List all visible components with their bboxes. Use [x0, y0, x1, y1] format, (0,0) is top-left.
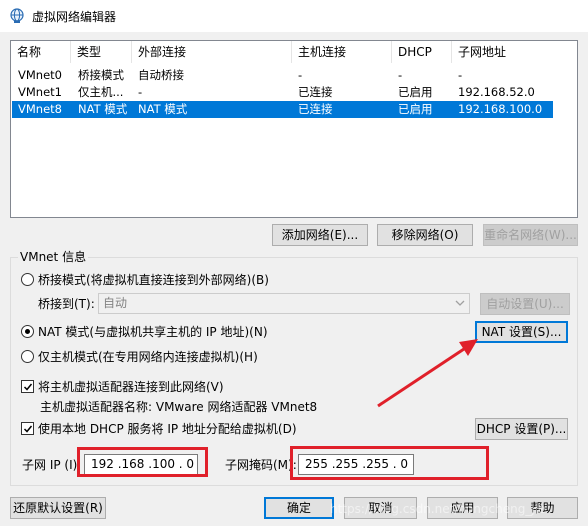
- restore-defaults-button[interactable]: 还原默认设置(R): [10, 497, 106, 519]
- apply-button[interactable]: 应用: [427, 497, 498, 519]
- cancel-button[interactable]: 取消: [344, 497, 417, 519]
- help-button[interactable]: 帮助: [507, 497, 578, 519]
- annotation-arrow-icon: [377, 339, 478, 408]
- ok-button[interactable]: 确定: [264, 497, 334, 519]
